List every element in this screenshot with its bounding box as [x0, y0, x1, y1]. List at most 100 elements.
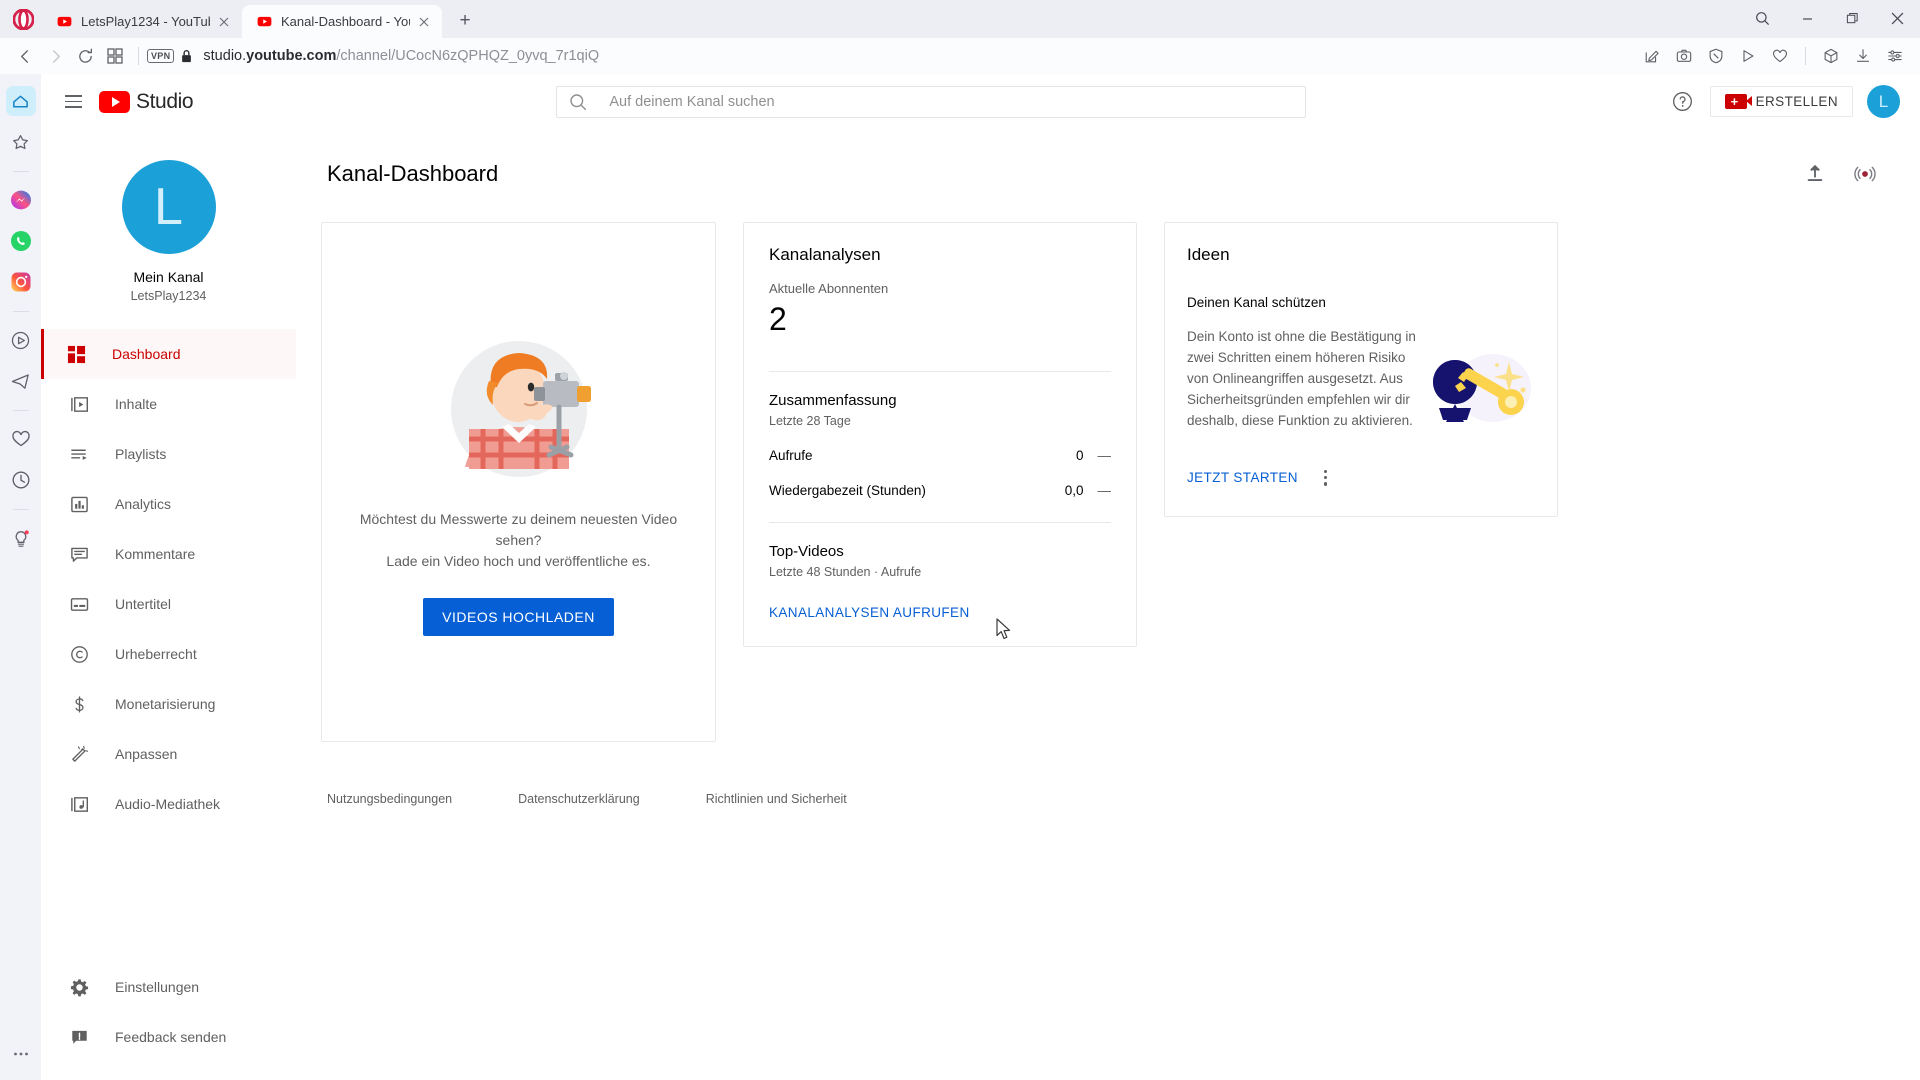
youtube-logo-icon	[99, 90, 130, 113]
tab-tiling-icon[interactable]	[100, 41, 130, 71]
player-icon[interactable]	[1733, 41, 1763, 71]
messenger-icon[interactable]	[6, 185, 36, 215]
maximize-icon[interactable]	[1830, 0, 1875, 36]
top-videos-subtitle: Letzte 48 Stunden · Aufrufe	[769, 565, 922, 580]
page-actions	[1795, 154, 1885, 194]
reload-icon[interactable]	[70, 41, 100, 71]
hamburger-menu-icon[interactable]	[53, 82, 93, 122]
extensions-cube-icon[interactable]	[1816, 41, 1846, 71]
back-arrow-icon[interactable]	[10, 41, 40, 71]
whatsapp-icon[interactable]	[6, 226, 36, 256]
sidebar-item-feedback[interactable]: Feedback senden	[41, 1012, 296, 1062]
sidebar-item-einstellungen[interactable]: Einstellungen	[41, 962, 296, 1012]
heart-icon[interactable]	[1765, 41, 1795, 71]
search-icon[interactable]	[1740, 0, 1785, 36]
close-icon[interactable]	[414, 12, 434, 32]
search-placeholder: Auf deinem Kanal suchen	[609, 93, 775, 110]
footer-links: Nutzungsbedingungen Datenschutzerklärung…	[321, 792, 1888, 806]
new-tab-button[interactable]: +	[450, 6, 480, 36]
metric-label: Wiedergabezeit (Stunden)	[769, 483, 926, 499]
divider	[769, 371, 1111, 373]
toolbar-divider	[1805, 47, 1806, 65]
easy-setup-icon[interactable]	[1880, 41, 1910, 71]
metric-value: 0	[1075, 448, 1084, 464]
search-input[interactable]: Auf deinem Kanal suchen	[556, 85, 1307, 118]
youtube-icon	[256, 14, 272, 30]
upload-videos-button[interactable]: VIDEOS HOCHLADEN	[423, 597, 614, 636]
history-clock-icon[interactable]	[6, 465, 36, 495]
sidebar-item-anpassen[interactable]: Anpassen	[41, 729, 296, 779]
sidebar-item-monetarisierung[interactable]: Monetarisierung	[41, 679, 296, 729]
footer-link-policy[interactable]: Richtlinien und Sicherheit	[706, 792, 847, 806]
dollar-icon	[68, 695, 90, 714]
favorites-star-icon[interactable]	[6, 127, 36, 157]
sidebar-item-inhalte[interactable]: Inhalte	[41, 379, 296, 429]
sidebar-more-icon[interactable]	[12, 1045, 30, 1068]
close-icon[interactable]	[214, 12, 234, 32]
sidebar-item-analytics[interactable]: Analytics	[41, 479, 296, 529]
tips-bulb-icon[interactable]	[6, 523, 36, 553]
browser-toolbar: VPN studio. youtube.com/channel/UCocN6zQP…	[0, 38, 1920, 74]
sidebar-divider	[12, 311, 29, 312]
browser-tab-active[interactable]: Kanal-Dashboard - YouTub	[242, 5, 442, 38]
upload-prompt-line2: Lade ein Video hoch und veröffentliche e…	[386, 552, 651, 569]
kebab-menu-icon[interactable]	[1320, 466, 1331, 490]
studio-logo[interactable]: Studio	[99, 90, 194, 114]
sidebar-item-playlists[interactable]: Playlists	[41, 429, 296, 479]
tab-title: Kanal-Dashboard - YouTub	[281, 14, 410, 29]
close-icon[interactable]	[1875, 0, 1920, 36]
adblock-shield-icon[interactable]	[1701, 41, 1731, 71]
instagram-icon[interactable]	[6, 267, 36, 297]
edit-page-icon[interactable]	[1637, 41, 1667, 71]
footer-link-terms[interactable]: Nutzungsbedingungen	[327, 792, 452, 806]
subtitles-icon	[68, 595, 90, 614]
player-circle-icon[interactable]	[6, 325, 36, 355]
search-icon	[569, 93, 587, 111]
divider	[769, 522, 1111, 524]
subscribers-value: 2	[769, 301, 787, 337]
channel-avatar[interactable]: L	[121, 160, 216, 254]
address-bar[interactable]: studio. youtube.com/channel/UCocN6zQPHQZ_…	[203, 48, 1637, 64]
sidebar-item-audio-mediathek[interactable]: Audio-Mediathek	[41, 779, 296, 829]
sidebar-item-kommentare[interactable]: Kommentare	[41, 529, 296, 579]
footer-link-privacy[interactable]: Datenschutzerklärung	[518, 792, 640, 806]
browser-tab[interactable]: LetsPlay1234 - YouTube	[42, 5, 242, 38]
subscribers-label: Aktuelle Abonnenten	[769, 281, 889, 296]
snapshot-icon[interactable]	[1669, 41, 1699, 71]
studio-main-content: Kanal-Dashboard Möchtest du Messwerte zu…	[296, 130, 1920, 1080]
view-analytics-link[interactable]: KANALANALYSEN AUFRUFEN	[769, 605, 970, 620]
telegram-icon[interactable]	[6, 366, 36, 396]
heart-icon[interactable]	[6, 424, 36, 454]
create-button[interactable]: + ERSTELLEN	[1709, 86, 1853, 117]
padlock-icon[interactable]	[180, 49, 193, 63]
opera-logo-icon	[4, 0, 42, 38]
sidebar-item-dashboard[interactable]: Dashboard	[41, 329, 296, 379]
sidebar-divider	[12, 410, 29, 411]
ideas-card-title: Ideen	[1187, 245, 1230, 264]
sidebar-item-urheberrecht[interactable]: Urheberrecht	[41, 629, 296, 679]
tab-title: LetsPlay1234 - YouTube	[81, 14, 210, 29]
page-title: Kanal-Dashboard	[327, 161, 499, 186]
browser-titlebar: LetsPlay1234 - YouTube Kanal-Dashboard -…	[0, 0, 1920, 38]
vpn-badge[interactable]: VPN	[147, 49, 175, 63]
toolbar-right-icons	[1637, 41, 1910, 71]
summary-period: Letzte 28 Tage	[769, 414, 851, 429]
start-now-link[interactable]: JETZT STARTEN	[1187, 470, 1298, 485]
upload-prompt-line1: Möchtest du Messwerte zu deinem neuesten…	[359, 510, 678, 548]
sidebar-divider	[12, 171, 29, 172]
metric-trend: —	[1097, 448, 1112, 464]
studio-header: Studio Auf deinem Kanal suchen + ERSTELL…	[41, 74, 1920, 130]
toolbar-divider	[138, 47, 139, 65]
go-live-icon[interactable]	[1845, 154, 1885, 194]
downloads-icon[interactable]	[1848, 41, 1878, 71]
comment-icon	[68, 545, 90, 564]
avatar[interactable]: L	[1867, 85, 1900, 118]
dashboard-grid-icon	[65, 345, 87, 364]
help-circle-icon[interactable]	[1670, 89, 1696, 115]
sidebar-item-untertitel[interactable]: Untertitel	[41, 579, 296, 629]
home-icon[interactable]	[5, 86, 36, 116]
minimize-icon[interactable]	[1785, 0, 1830, 36]
video-plus-icon: +	[1724, 94, 1752, 109]
page-header: Kanal-Dashboard	[321, 154, 1888, 194]
upload-arrow-icon[interactable]	[1795, 154, 1835, 194]
